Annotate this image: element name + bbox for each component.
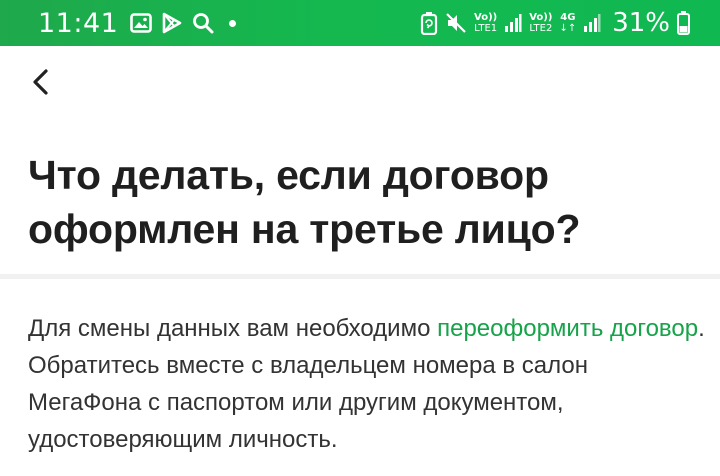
status-icons-left xyxy=(130,12,237,34)
status-time: 11:41 xyxy=(38,7,119,39)
mute-icon xyxy=(446,13,466,33)
notification-dot-icon xyxy=(229,19,237,27)
network-type-label: 4G xyxy=(560,11,576,23)
sim1-lte-label: LTE1 xyxy=(474,22,498,34)
status-right: Vo)) LTE1 Vo)) LTE2 4G ↓↑ 31% xyxy=(420,0,690,46)
status-left: 11:41 xyxy=(38,0,237,46)
article-paragraph: Для смены данных вам необходимо переофор… xyxy=(28,310,708,458)
play-store-icon xyxy=(163,12,182,34)
sim2-lte-label: LTE2 xyxy=(529,22,553,34)
network-type: 4G ↓↑ xyxy=(559,11,577,34)
sim1-network: Vo)) LTE1 xyxy=(474,11,498,34)
reissue-contract-link[interactable]: переоформить договор xyxy=(437,315,698,342)
search-icon xyxy=(193,13,214,34)
battery-saver-icon xyxy=(420,12,438,35)
sim2-network: Vo)) LTE2 xyxy=(529,11,553,34)
status-bar: 11:41 Vo)) LTE1 Vo)) LTE2 4G ↓↑ 31% xyxy=(0,0,720,46)
battery-percent: 31% xyxy=(612,8,670,38)
chevron-left-icon xyxy=(33,69,48,95)
sim2-volte-label: Vo)) xyxy=(529,11,553,23)
signal-icon xyxy=(584,14,601,32)
page-title: Что делать, если договор оформлен на тре… xyxy=(28,152,581,252)
sim1-volte-label: Vo)) xyxy=(474,11,498,23)
battery-icon xyxy=(677,11,690,35)
section-divider xyxy=(0,274,720,279)
data-arrows-icon: ↓↑ xyxy=(559,22,577,34)
signal-icon xyxy=(505,14,522,32)
gallery-icon xyxy=(130,13,153,33)
back-button[interactable] xyxy=(20,62,60,102)
paragraph-text-before: Для смены данных вам необходимо xyxy=(28,315,438,342)
